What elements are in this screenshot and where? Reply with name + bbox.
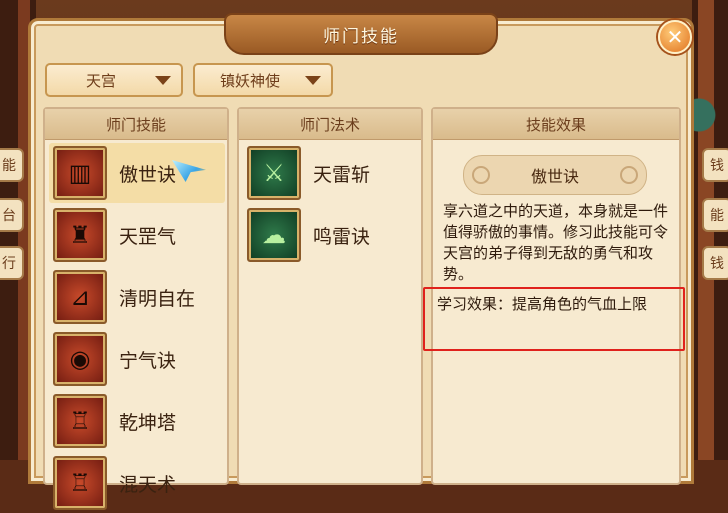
effect-skill-name: 傲世诀 bbox=[530, 167, 579, 186]
side-tab-left-3[interactable]: 行 bbox=[0, 246, 24, 280]
side-tab-left-1[interactable]: 能 bbox=[0, 148, 24, 182]
spell-item-minglei[interactable]: ☁ 鸣雷诀 bbox=[243, 205, 419, 265]
effect-skill-title: 傲世诀 bbox=[463, 155, 647, 195]
chevron-down-icon bbox=[155, 75, 171, 85]
spells-panel: 师门法术 ⚔ 天雷斩 ☁ 鸣雷诀 bbox=[237, 107, 423, 485]
skill-name: 清明自在 bbox=[119, 287, 196, 310]
close-button[interactable]: ✕ bbox=[658, 20, 692, 54]
effect-panel-header: 技能效果 bbox=[433, 109, 679, 140]
skill-item-qiankun[interactable]: ♖ 乾坤塔 bbox=[49, 391, 225, 451]
skill-item-huntian[interactable]: ♖ 混天术 bbox=[49, 453, 225, 513]
sect-dropdown[interactable]: 天宫 bbox=[45, 63, 183, 97]
skill-name: 乾坤塔 bbox=[119, 411, 177, 434]
chevron-down-icon bbox=[305, 75, 321, 85]
learn-effect-text: 学习效果：提高角色的气血上限 bbox=[437, 295, 648, 313]
skills-panel-header: 师门技能 bbox=[45, 109, 227, 140]
spells-panel-header: 师门法术 bbox=[239, 109, 421, 140]
close-icon: ✕ bbox=[666, 25, 684, 49]
tower-icon: ♖ bbox=[53, 456, 107, 510]
skill-item-qingming[interactable]: ⊿ 清明自在 bbox=[49, 267, 225, 327]
skill-name: 傲世诀 bbox=[119, 163, 177, 186]
side-tab-right-2[interactable]: 能 bbox=[702, 198, 728, 232]
skill-item-tiangang[interactable]: ♜ 天罡气 bbox=[49, 205, 225, 265]
skills-panel: 师门技能 ▥ 傲世诀 ♜ 天罡气 ⊿ 清明自在 ◉ 宁气诀 ♖ 乾坤塔 ♖ 混天… bbox=[43, 107, 229, 510]
side-tab-right-3[interactable]: 钱 bbox=[702, 246, 728, 280]
warrior-icon: ♜ bbox=[53, 208, 107, 262]
pagoda-icon: ♖ bbox=[53, 394, 107, 448]
window-title: 师门技能 bbox=[323, 26, 399, 47]
window-title-plate: 师门技能 bbox=[224, 13, 498, 55]
mirror-icon: ◉ bbox=[53, 332, 107, 386]
skill-item-aoshi[interactable]: ▥ 傲世诀 bbox=[49, 143, 225, 203]
skills-window: 师门技能 天宫 镇妖神使 师门技能 ▥ 傲世诀 ♜ 天罡气 ⊿ 清明自在 ◉ 宁… bbox=[28, 13, 694, 510]
side-tab-right-1[interactable]: 钱 bbox=[702, 148, 728, 182]
spell-name: 鸣雷诀 bbox=[313, 225, 371, 248]
skill-name: 宁气诀 bbox=[119, 349, 177, 372]
cloud-thunder-icon: ☁ bbox=[247, 208, 301, 262]
master-dropdown[interactable]: 镇妖神使 bbox=[193, 63, 333, 97]
spell-name: 天雷斩 bbox=[313, 163, 371, 186]
side-tab-left-2[interactable]: 台 bbox=[0, 198, 24, 232]
scroll-icon: ▥ bbox=[53, 146, 107, 200]
master-dropdown-value: 镇妖神使 bbox=[219, 71, 280, 90]
signal-icon: ⊿ bbox=[53, 270, 107, 324]
thunder-sword-icon: ⚔ bbox=[247, 146, 301, 200]
skill-name: 天罡气 bbox=[119, 225, 177, 248]
sect-dropdown-value: 天宫 bbox=[85, 71, 116, 90]
skill-name: 混天术 bbox=[119, 473, 177, 496]
effect-panel: 技能效果 傲世诀 享六道之中的天道，本身就是一件值得骄傲的事情。修习此技能可令天… bbox=[423, 107, 685, 485]
effect-description: 享六道之中的天道，本身就是一件值得骄傲的事情。修习此技能可令天宫的弟子得到无敌的… bbox=[443, 202, 669, 283]
spell-item-tianlei[interactable]: ⚔ 天雷斩 bbox=[243, 143, 419, 203]
learn-effect-box: 学习效果：提高角色的气血上限 bbox=[423, 287, 685, 351]
skill-item-ningqi[interactable]: ◉ 宁气诀 bbox=[49, 329, 225, 389]
